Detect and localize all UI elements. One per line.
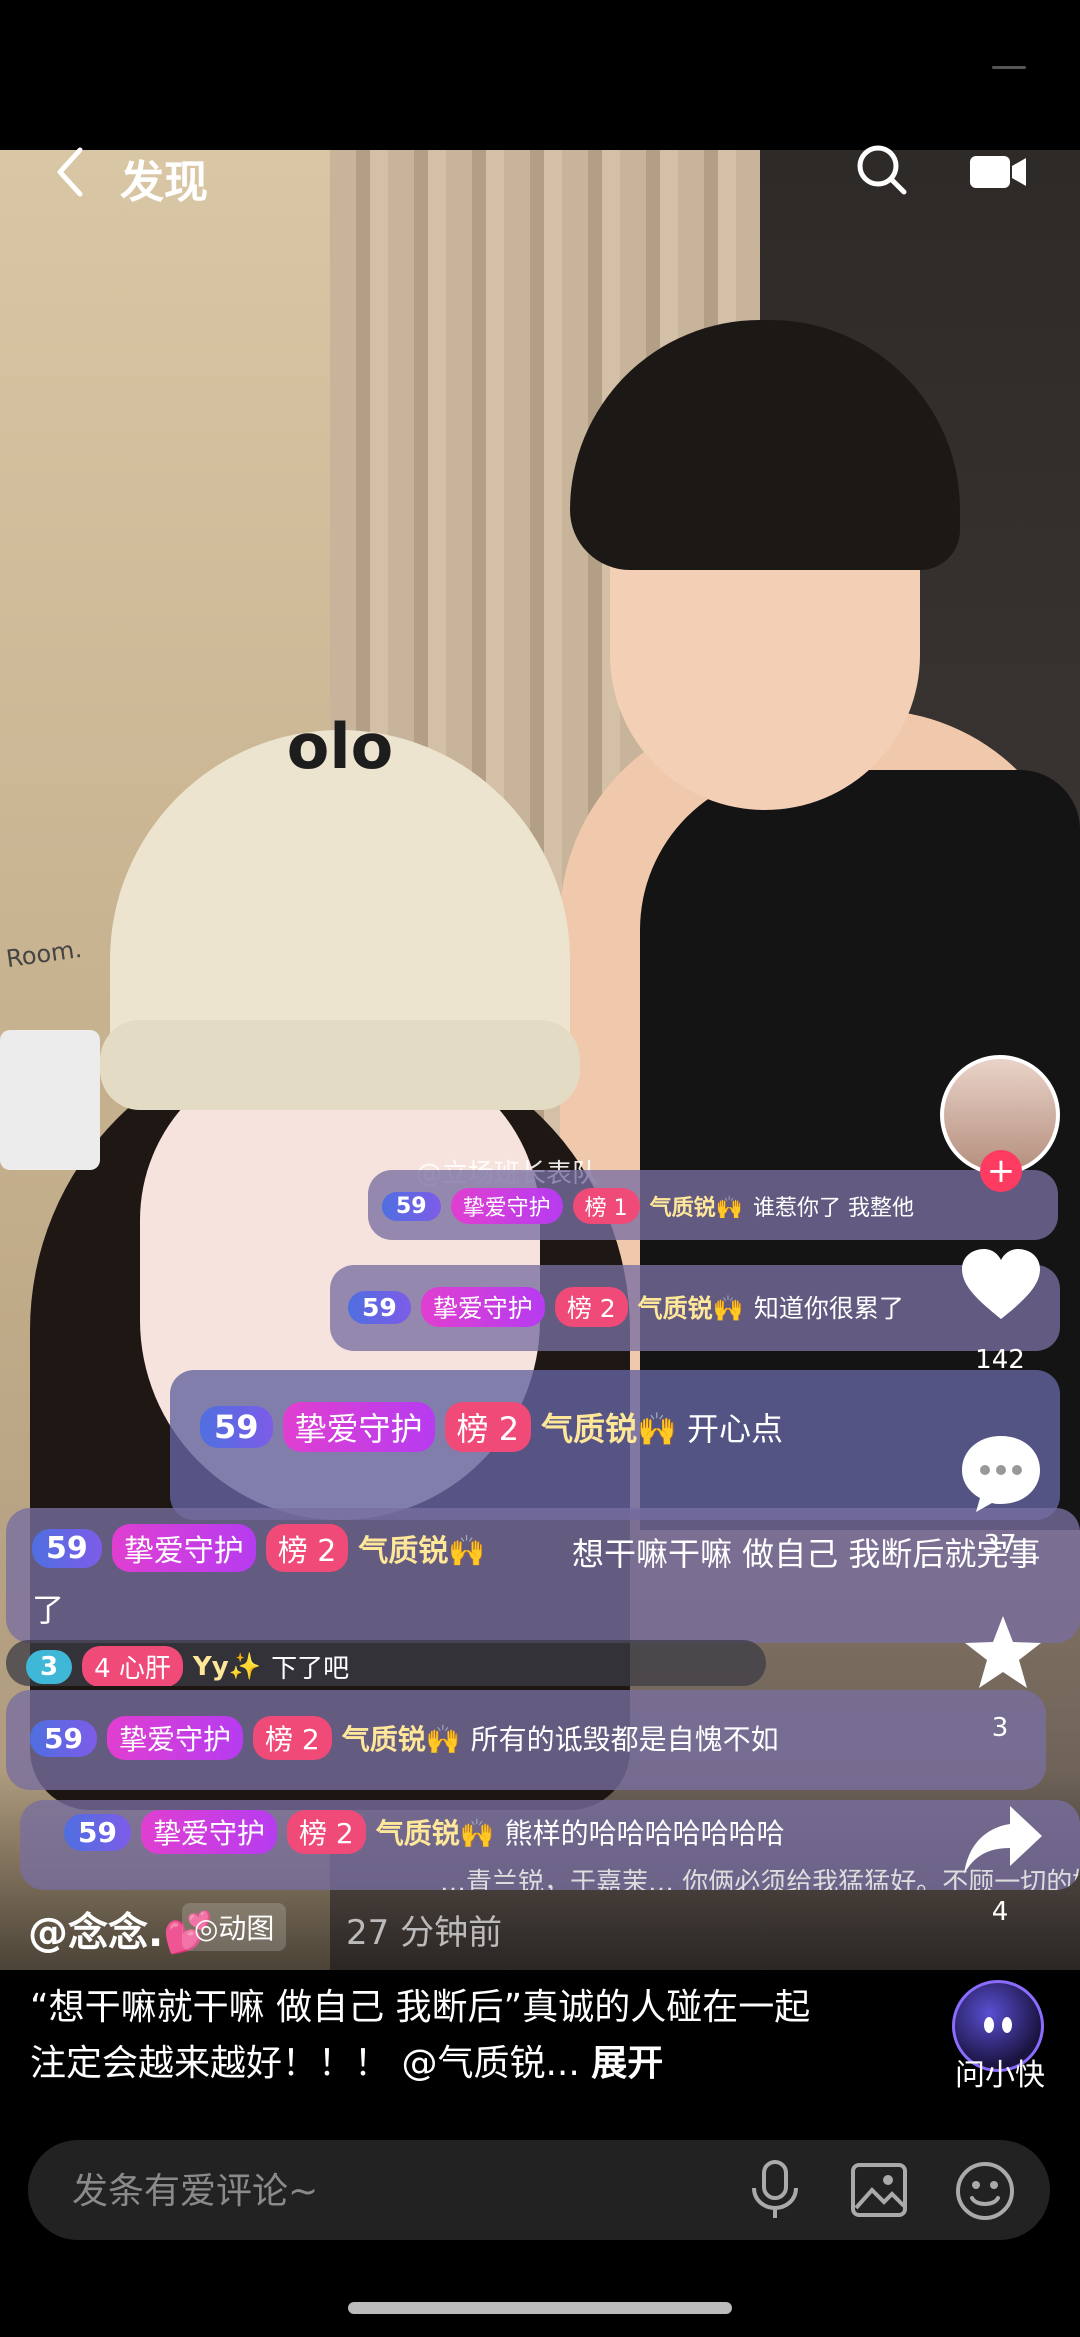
level-badge: 59 [200, 1406, 273, 1448]
live-comment: 59 挚爱守护 榜 2 气质锐🙌 熊样的哈哈哈哈哈哈哈 …青兰锐，于嘉茉… 你俩… [20, 1800, 1080, 1890]
post-time: 27 分钟前 [346, 1913, 503, 1953]
comment-text: 谁惹你了 我整他 [753, 1196, 915, 1221]
share-icon[interactable] [960, 1800, 1046, 1880]
guard-badge: 4 心肝 [82, 1646, 183, 1686]
level-badge: 59 [348, 1290, 411, 1324]
page-title[interactable]: 发现 [120, 146, 208, 210]
live-comment: 59 挚爱守护 榜 1 气质锐🙌 谁惹你了 我整他 [368, 1170, 1058, 1240]
rank-badge: 榜 2 [252, 1716, 332, 1760]
comment-input[interactable] [70, 2162, 694, 2220]
image-icon[interactable] [850, 2162, 908, 2218]
post-caption[interactable]: “想干嘛就干嘛 做自己 我断后”真诚的人碰在一起 注定会越来越好！！！ @气质锐… [30, 1980, 830, 2092]
comment-text: 下了吧 [271, 1654, 350, 1684]
comment-text: 所有的诋毁都是自愧不如 [470, 1723, 779, 1756]
comment-icon[interactable] [958, 1430, 1044, 1516]
room-bag [0, 1030, 100, 1170]
comment-text: 想干嘛干嘛 做自己 我断后就完事了 [32, 1535, 1041, 1629]
comment-user: 气质锐🙌 [637, 1294, 744, 1323]
expand-link[interactable]: 展开 [591, 2043, 663, 2084]
level-badge: 59 [64, 1813, 131, 1851]
rank-badge: 榜 2 [444, 1402, 532, 1452]
follow-button[interactable]: + [980, 1150, 1022, 1192]
caption-text: “想干嘛就干嘛 做自己 我断后”真诚的人碰在一起 注定会越来越好！！！ @气质锐… [30, 1987, 811, 2084]
comment-text: 开心点 [686, 1410, 783, 1448]
guard-badge: 挚爱守护 [450, 1188, 563, 1224]
comment-text: 熊样的哈哈哈哈哈哈哈 [504, 1817, 785, 1850]
live-comment: 59 挚爱守护 榜 2 气质锐🙌 开心点 [170, 1370, 1060, 1520]
gif-badge: ◎动图 [182, 1903, 287, 1951]
star-icon[interactable] [962, 1612, 1044, 1694]
live-comment: 3 4 心肝 Yy✨ 下了吧 [6, 1640, 766, 1686]
like-count: 142 [975, 1345, 1025, 1375]
home-indicator[interactable] [348, 2302, 732, 2314]
cap-brim [100, 1020, 580, 1110]
comment-user: 气质锐🙌 [541, 1410, 677, 1448]
share-count: 4 [991, 1897, 1009, 1927]
comment-user: 气质锐🙌 [341, 1723, 461, 1756]
level-badge: 3 [26, 1649, 73, 1684]
heart-icon[interactable] [958, 1245, 1044, 1325]
cap-logo: olo [286, 710, 394, 783]
comment-user: 气质锐🙌 [649, 1196, 744, 1221]
search-icon[interactable] [854, 142, 910, 198]
live-comment: 59 挚爱守护 榜 2 气质锐🙌 所有的诋毁都是自愧不如 [6, 1690, 1046, 1790]
guard-badge: 挚爱守护 [140, 1810, 277, 1854]
comment-user: Yy✨ [192, 1651, 262, 1682]
comment-text: 知道你很累了 [753, 1294, 904, 1323]
level-badge: 59 [382, 1191, 441, 1221]
guard-badge: 挚爱守护 [282, 1402, 435, 1452]
level-badge: 59 [30, 1719, 97, 1757]
guard-badge: 挚爱守护 [106, 1716, 243, 1760]
microphone-icon[interactable] [748, 2160, 802, 2220]
rank-badge: 榜 2 [286, 1810, 366, 1854]
emoji-icon[interactable] [954, 2160, 1016, 2222]
live-comment: 59 挚爱守护 榜 2 气质锐🙌 知道你很累了 [330, 1265, 1060, 1351]
rank-badge: 榜 1 [572, 1188, 640, 1224]
comment-user: 气质锐🙌 [375, 1817, 495, 1850]
video-camera-icon[interactable] [968, 150, 1028, 194]
assistant-label[interactable]: 问小快 [950, 2050, 1050, 2094]
status-indicator [992, 66, 1026, 69]
live-comment: 59 挚爱守护 榜 2 气质锐🙌 想干嘛干嘛 做自己 我断后就完事了 [6, 1508, 1080, 1643]
rank-badge: 榜 2 [554, 1287, 628, 1327]
back-arrow-icon[interactable] [50, 142, 90, 202]
status-bar [0, 0, 1080, 150]
comment-count: 37 [983, 1530, 1017, 1560]
favorite-count: 3 [991, 1713, 1009, 1743]
guard-badge: 挚爱守护 [420, 1287, 545, 1327]
